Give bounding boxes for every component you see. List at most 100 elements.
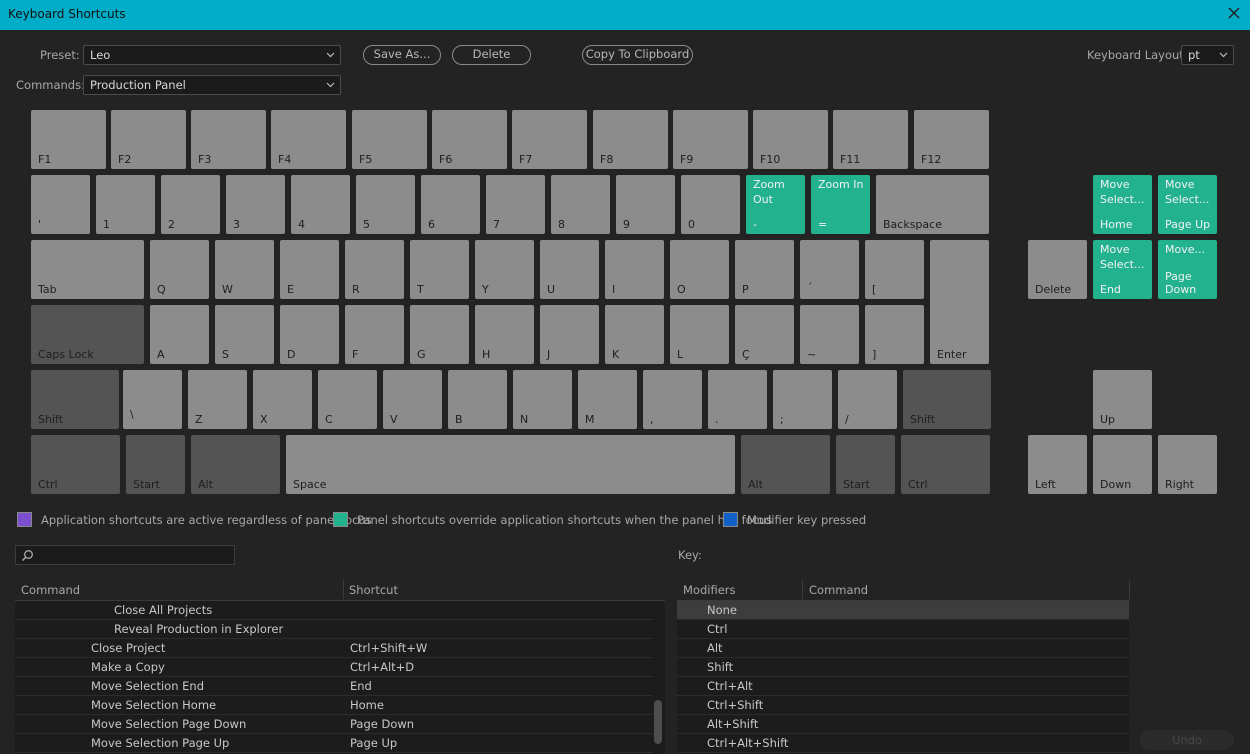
key-j[interactable]: J bbox=[540, 305, 599, 364]
key-a[interactable]: A bbox=[150, 305, 209, 364]
key-d[interactable]: D bbox=[280, 305, 339, 364]
key-f5[interactable]: F5 bbox=[352, 110, 427, 169]
key-semicolon[interactable]: ; bbox=[773, 370, 832, 429]
undo-button[interactable]: Undo bbox=[1140, 730, 1234, 750]
key-f[interactable]: F bbox=[345, 305, 404, 364]
modifier-row[interactable]: Alt bbox=[677, 639, 1129, 658]
table-row[interactable]: Move Selection End End bbox=[15, 677, 653, 696]
key-right-alt[interactable]: Alt bbox=[741, 435, 830, 494]
key-3[interactable]: 3 bbox=[226, 175, 285, 234]
key-f7[interactable]: F7 bbox=[512, 110, 587, 169]
key-p[interactable]: P bbox=[735, 240, 794, 299]
key-0[interactable]: 0 bbox=[681, 175, 740, 234]
key-left-ctrl[interactable]: Ctrl bbox=[31, 435, 120, 494]
key-right-bracket[interactable]: ] bbox=[865, 305, 924, 364]
modifier-row[interactable]: Ctrl bbox=[677, 620, 1129, 639]
key-tab[interactable]: Tab bbox=[31, 240, 144, 299]
table-row[interactable]: Move Selection Page Up Page Up bbox=[15, 734, 653, 753]
key-period[interactable]: . bbox=[708, 370, 767, 429]
column-header-modifiers[interactable]: Modifiers bbox=[683, 583, 736, 597]
key-4[interactable]: 4 bbox=[291, 175, 350, 234]
key-k[interactable]: K bbox=[605, 305, 664, 364]
key-right[interactable]: Right bbox=[1158, 435, 1217, 494]
key-right-shift[interactable]: Shift bbox=[903, 370, 991, 429]
key-u[interactable]: U bbox=[540, 240, 599, 299]
key-b[interactable]: B bbox=[448, 370, 507, 429]
table-row[interactable]: Make a Copy Ctrl+Alt+D bbox=[15, 658, 653, 677]
key-end[interactable]: Move Select... End bbox=[1093, 240, 1152, 299]
key-comma[interactable]: , bbox=[643, 370, 702, 429]
key-m[interactable]: M bbox=[578, 370, 637, 429]
key-g[interactable]: G bbox=[410, 305, 469, 364]
key-2[interactable]: 2 bbox=[161, 175, 220, 234]
key-f8[interactable]: F8 bbox=[593, 110, 668, 169]
table-row[interactable]: Close Project Ctrl+Shift+W bbox=[15, 639, 653, 658]
key-8[interactable]: 8 bbox=[551, 175, 610, 234]
key-left-start[interactable]: Start bbox=[126, 435, 185, 494]
key-up[interactable]: Up bbox=[1093, 370, 1152, 429]
close-icon[interactable] bbox=[1227, 6, 1241, 20]
key-w[interactable]: W bbox=[215, 240, 274, 299]
key-c[interactable]: C bbox=[318, 370, 377, 429]
key-f11[interactable]: F11 bbox=[833, 110, 908, 169]
copy-to-clipboard-button[interactable]: Copy To Clipboard bbox=[582, 45, 693, 65]
key-right-ctrl[interactable]: Ctrl bbox=[901, 435, 990, 494]
key-c-cedilla[interactable]: Ç bbox=[735, 305, 794, 364]
key-minus-zoom-out[interactable]: Zoom Out - bbox=[746, 175, 805, 234]
key-down[interactable]: Down bbox=[1093, 435, 1152, 494]
key-acute[interactable]: ´ bbox=[800, 240, 859, 299]
key-delete[interactable]: Delete bbox=[1028, 240, 1087, 299]
key-v[interactable]: V bbox=[383, 370, 442, 429]
key-f1[interactable]: F1 bbox=[31, 110, 106, 169]
key-f2[interactable]: F2 bbox=[111, 110, 186, 169]
key-f12[interactable]: F12 bbox=[914, 110, 989, 169]
preset-dropdown[interactable]: Leo bbox=[83, 45, 341, 65]
modifier-row[interactable]: Ctrl+Alt bbox=[677, 677, 1129, 696]
keyboard-layout-dropdown[interactable]: pt bbox=[1181, 45, 1234, 65]
modifier-row[interactable]: Ctrl+Shift bbox=[677, 696, 1129, 715]
key-f9[interactable]: F9 bbox=[673, 110, 748, 169]
key-page-up[interactable]: Move Select... Page Up bbox=[1158, 175, 1217, 234]
column-header-shortcut[interactable]: Shortcut bbox=[349, 583, 398, 597]
modifier-row-selected[interactable]: None bbox=[677, 601, 1129, 620]
key-1[interactable]: 1 bbox=[96, 175, 155, 234]
key-9[interactable]: 9 bbox=[616, 175, 675, 234]
key-f10[interactable]: F10 bbox=[753, 110, 828, 169]
key-6[interactable]: 6 bbox=[421, 175, 480, 234]
key-left[interactable]: Left bbox=[1028, 435, 1087, 494]
key-5[interactable]: 5 bbox=[356, 175, 415, 234]
key-l[interactable]: L bbox=[670, 305, 729, 364]
key-z[interactable]: Z bbox=[188, 370, 247, 429]
key-q[interactable]: Q bbox=[150, 240, 209, 299]
key-e[interactable]: E bbox=[280, 240, 339, 299]
key-page-down[interactable]: Move... Page Down bbox=[1158, 240, 1217, 299]
key-caps-lock[interactable]: Caps Lock bbox=[31, 305, 144, 364]
column-header-command[interactable]: Command bbox=[21, 583, 80, 597]
key-x[interactable]: X bbox=[253, 370, 312, 429]
key-f3[interactable]: F3 bbox=[191, 110, 266, 169]
modifier-row[interactable]: Ctrl+Alt+Shift bbox=[677, 734, 1129, 753]
table-row[interactable]: Move Selection Home Home bbox=[15, 696, 653, 715]
delete-button[interactable]: Delete bbox=[452, 45, 531, 65]
key-n[interactable]: N bbox=[513, 370, 572, 429]
key-space[interactable]: Space bbox=[286, 435, 735, 494]
search-input[interactable] bbox=[15, 545, 235, 565]
modifier-row[interactable]: Alt+Shift bbox=[677, 715, 1129, 734]
key-o[interactable]: O bbox=[670, 240, 729, 299]
key-y[interactable]: Y bbox=[475, 240, 534, 299]
key-right-start[interactable]: Start bbox=[836, 435, 895, 494]
column-header-modifier-command[interactable]: Command bbox=[809, 583, 868, 597]
key-backspace[interactable]: Backspace bbox=[876, 175, 989, 234]
key-tilde[interactable]: ~ bbox=[800, 305, 859, 364]
table-row[interactable]: Reveal Production in Explorer bbox=[15, 620, 653, 639]
key-equals-zoom-in[interactable]: Zoom In = bbox=[811, 175, 870, 234]
key-h[interactable]: H bbox=[475, 305, 534, 364]
key-slash[interactable]: / bbox=[838, 370, 897, 429]
key-left-bracket[interactable]: [ bbox=[865, 240, 924, 299]
key-f4[interactable]: F4 bbox=[271, 110, 346, 169]
key-i[interactable]: I bbox=[605, 240, 664, 299]
key-left-shift[interactable]: Shift bbox=[31, 370, 119, 429]
key-7[interactable]: 7 bbox=[486, 175, 545, 234]
save-as-button[interactable]: Save As... bbox=[363, 45, 441, 65]
key-backtick[interactable]: ' bbox=[31, 175, 90, 234]
